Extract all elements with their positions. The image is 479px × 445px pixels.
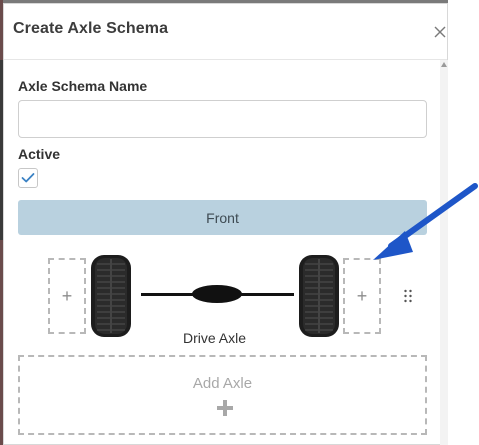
modal-body: Axle Schema Name Active Front + + Drive … xyxy=(4,60,440,445)
modal-scrollbar[interactable] xyxy=(440,60,448,445)
front-button[interactable]: Front xyxy=(18,200,427,235)
active-label: Active xyxy=(18,146,61,162)
active-checkbox[interactable] xyxy=(18,168,38,188)
plus-icon xyxy=(217,400,233,416)
plus-icon: + xyxy=(61,285,73,306)
left-axle-bar xyxy=(141,293,197,296)
axle-schema-name-label: Axle Schema Name xyxy=(18,78,148,94)
add-axle-label: Add Axle xyxy=(192,375,253,392)
create-axle-schema-modal: Create Axle Schema Axle Schema Name Acti… xyxy=(3,3,448,445)
drive-axle-row: + + Drive Axle xyxy=(4,252,440,352)
screenshot-page: Create Axle Schema Axle Schema Name Acti… xyxy=(0,0,479,445)
background-right-area xyxy=(448,0,479,445)
add-axle-button[interactable]: Add Axle xyxy=(18,355,427,435)
axle-schema-name-input[interactable] xyxy=(18,100,427,138)
close-icon[interactable] xyxy=(433,25,447,39)
scroll-up-arrow-icon[interactable] xyxy=(441,62,447,67)
checkmark-icon xyxy=(21,173,35,183)
left-tire-add-slot[interactable]: + xyxy=(48,258,86,334)
modal-header: Create Axle Schema xyxy=(4,4,447,60)
modal-title: Create Axle Schema xyxy=(13,20,169,37)
plus-icon: + xyxy=(356,285,368,306)
drag-handle-icon[interactable] xyxy=(403,289,413,303)
right-tire-add-slot[interactable]: + xyxy=(343,258,381,334)
right-axle-bar xyxy=(238,293,294,296)
left-tire-icon xyxy=(91,255,131,337)
drive-axle-label: Drive Axle xyxy=(183,330,247,346)
differential-icon xyxy=(192,285,242,303)
right-tire-icon xyxy=(299,255,339,337)
